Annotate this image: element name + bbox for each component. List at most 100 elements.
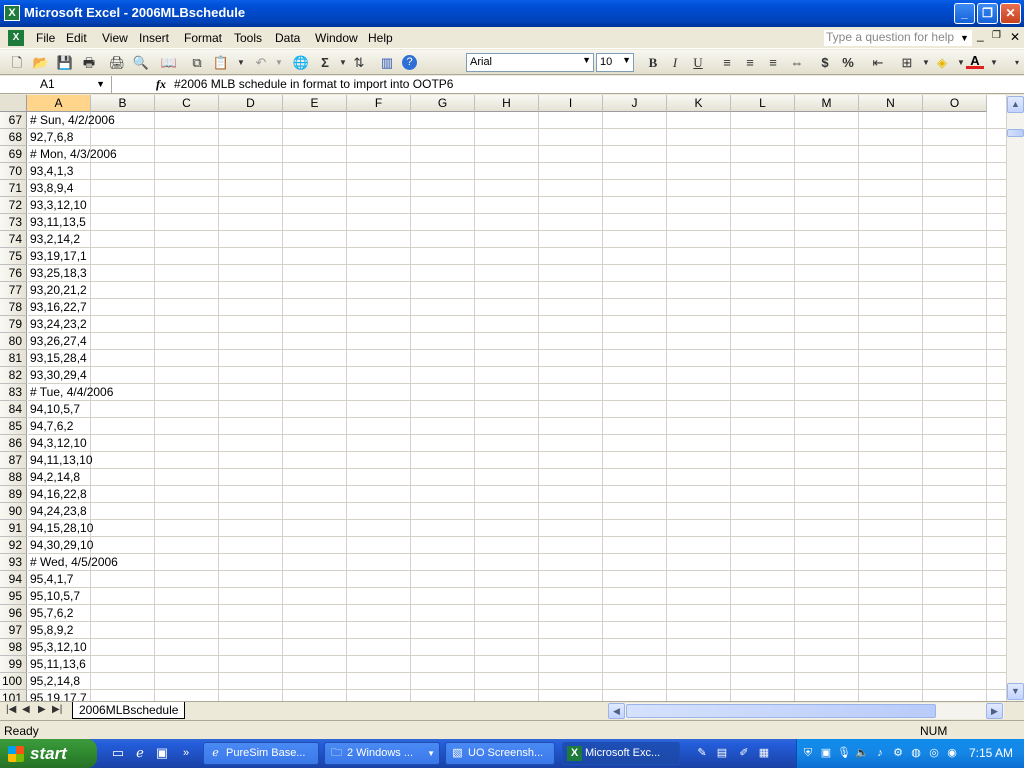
save-icon[interactable]: 💾 (56, 54, 74, 71)
close-button[interactable]: ✕ (1000, 3, 1021, 24)
row-header[interactable]: 85 (0, 418, 27, 435)
horizontal-scroll-thumb[interactable] (626, 704, 936, 718)
font-color-dropdown-icon[interactable]: ▼ (985, 54, 1003, 71)
column-header-b[interactable]: B (91, 95, 155, 112)
minimize-button[interactable]: _ (954, 3, 975, 24)
column-header-d[interactable]: D (219, 95, 283, 112)
cell-a[interactable]: 94,3,12,10 (30, 435, 87, 452)
fill-color-icon[interactable]: ◈ (933, 54, 951, 71)
column-header-g[interactable]: G (411, 95, 475, 112)
menu-file[interactable]: File (36, 31, 55, 45)
row-header[interactable]: 73 (0, 214, 27, 231)
quick-launch-more-icon[interactable]: » (178, 745, 194, 761)
new-icon[interactable]: 🗋 (8, 54, 26, 71)
underline-button[interactable]: U (689, 54, 707, 71)
align-center-icon[interactable]: ≡ (741, 54, 759, 71)
row-header[interactable]: 71 (0, 180, 27, 197)
workbook-icon[interactable]: X (8, 30, 24, 46)
autosum-icon[interactable]: Σ (316, 54, 334, 71)
name-box[interactable]: A1 ▼ (0, 76, 112, 94)
row-header[interactable]: 78 (0, 299, 27, 316)
print-preview-icon[interactable]: 🔍 (132, 54, 150, 71)
worksheet-grid[interactable]: ABCDEFGHIJKLMNO 67 # Sun, 4/2/2006 68 92,7,… (0, 95, 1006, 701)
cell-a[interactable]: 93,25,18,3 (30, 265, 87, 282)
cell-a[interactable]: 95,8,9,2 (30, 622, 73, 639)
task-puresim[interactable]: ℯ PureSim Base... (203, 742, 319, 765)
row-header[interactable]: 89 (0, 486, 27, 503)
network-icon[interactable]: ♪ (873, 746, 887, 760)
horizontal-scrollbar[interactable]: ◀ ▶ (608, 703, 1004, 719)
row-header[interactable]: 95 (0, 588, 27, 605)
row-header[interactable]: 100 (0, 673, 27, 690)
row-header[interactable]: 79 (0, 316, 27, 333)
print-icon[interactable]: 🖨 (108, 54, 126, 71)
cell-a[interactable]: 93,11,13,5 (30, 214, 86, 231)
help-dropdown-icon[interactable]: ▼ (960, 33, 969, 43)
italic-button[interactable]: I (666, 54, 684, 71)
scroll-right-icon[interactable]: ▶ (986, 703, 1003, 719)
pen-icon[interactable]: ✎ (694, 745, 710, 761)
start-button[interactable]: start (0, 739, 97, 768)
security-icon[interactable]: ▣ (819, 746, 833, 760)
task-uo-screenshot[interactable]: ▧ UO Screensh... (445, 742, 555, 765)
insert-function-icon[interactable]: fx (156, 76, 166, 93)
last-sheet-icon[interactable]: ▶| (52, 704, 62, 715)
restore-button[interactable]: ❐ (977, 3, 998, 24)
row-header[interactable]: 91 (0, 520, 27, 537)
row-header[interactable]: 81 (0, 350, 27, 367)
cell-a[interactable]: 94,24,23,8 (30, 503, 87, 520)
copy-icon[interactable]: ⧉ (188, 54, 206, 71)
update-icon[interactable]: ◍ (909, 746, 923, 760)
monitor-icon[interactable]: ▤ (714, 745, 730, 761)
row-header[interactable]: 75 (0, 248, 27, 265)
hyperlink-icon[interactable]: 🌐 (292, 54, 310, 71)
open-icon[interactable]: 📂 (32, 54, 50, 71)
paste-icon[interactable]: 📋 (212, 54, 230, 71)
row-header[interactable]: 76 (0, 265, 27, 282)
column-header-l[interactable]: L (731, 95, 795, 112)
vertical-scrollbar[interactable]: ▲ ▼ (1006, 95, 1024, 701)
row-header[interactable]: 68 (0, 129, 27, 146)
percent-button[interactable]: % (839, 54, 857, 71)
doc-restore-button[interactable]: ❐ (992, 30, 1001, 41)
media-player-icon[interactable]: ▣ (154, 745, 170, 761)
cell-a[interactable]: # Sun, 4/2/2006 (30, 112, 115, 129)
cell-a[interactable]: 95,2,14,8 (30, 673, 80, 690)
font-color-icon[interactable]: A (966, 54, 984, 69)
cell-a[interactable]: 93,16,22,7 (30, 299, 87, 316)
cell-a[interactable]: # Mon, 4/3/2006 (30, 146, 117, 163)
menu-window[interactable]: Window (315, 31, 358, 45)
cell-a[interactable]: 95,10,5,7 (30, 588, 80, 605)
column-header-e[interactable]: E (283, 95, 347, 112)
menu-view[interactable]: View (102, 31, 128, 45)
cell-a[interactable]: 93,26,27,4 (30, 333, 87, 350)
show-desktop-icon[interactable]: ▭ (110, 745, 126, 761)
microphone-icon[interactable]: 🎙 (837, 746, 851, 760)
select-all-corner[interactable] (0, 95, 27, 112)
prev-sheet-icon[interactable]: ◀ (22, 704, 30, 715)
cell-a[interactable]: 94,10,5,7 (30, 401, 80, 418)
task-microsoft-excel[interactable]: X Microsoft Exc... (562, 742, 680, 765)
row-header[interactable]: 82 (0, 367, 27, 384)
decrease-indent-icon[interactable]: ⇤ (869, 54, 887, 71)
undo-dropdown-icon[interactable]: ▼ (270, 54, 288, 71)
row-header[interactable]: 77 (0, 282, 27, 299)
settings-icon[interactable]: ⚙ (891, 746, 905, 760)
excel-icon[interactable]: X (4, 5, 20, 21)
column-header-c[interactable]: C (155, 95, 219, 112)
row-header[interactable]: 99 (0, 656, 27, 673)
row-header[interactable]: 93 (0, 554, 27, 571)
column-header-i[interactable]: I (539, 95, 603, 112)
column-header-o[interactable]: O (923, 95, 987, 112)
bold-button[interactable]: B (644, 54, 662, 71)
row-header[interactable]: 92 (0, 537, 27, 554)
menu-tools[interactable]: Tools (234, 31, 262, 45)
toolbar-options-icon[interactable]: ▾ (1008, 54, 1024, 71)
cell-a[interactable]: 95,4,1,7 (30, 571, 73, 588)
menu-help[interactable]: Help (368, 31, 393, 45)
cell-a[interactable]: 93,15,28,4 (30, 350, 87, 367)
row-header[interactable]: 86 (0, 435, 27, 452)
row-header[interactable]: 80 (0, 333, 27, 350)
align-right-icon[interactable]: ≡ (764, 54, 782, 71)
row-header[interactable]: 84 (0, 401, 27, 418)
